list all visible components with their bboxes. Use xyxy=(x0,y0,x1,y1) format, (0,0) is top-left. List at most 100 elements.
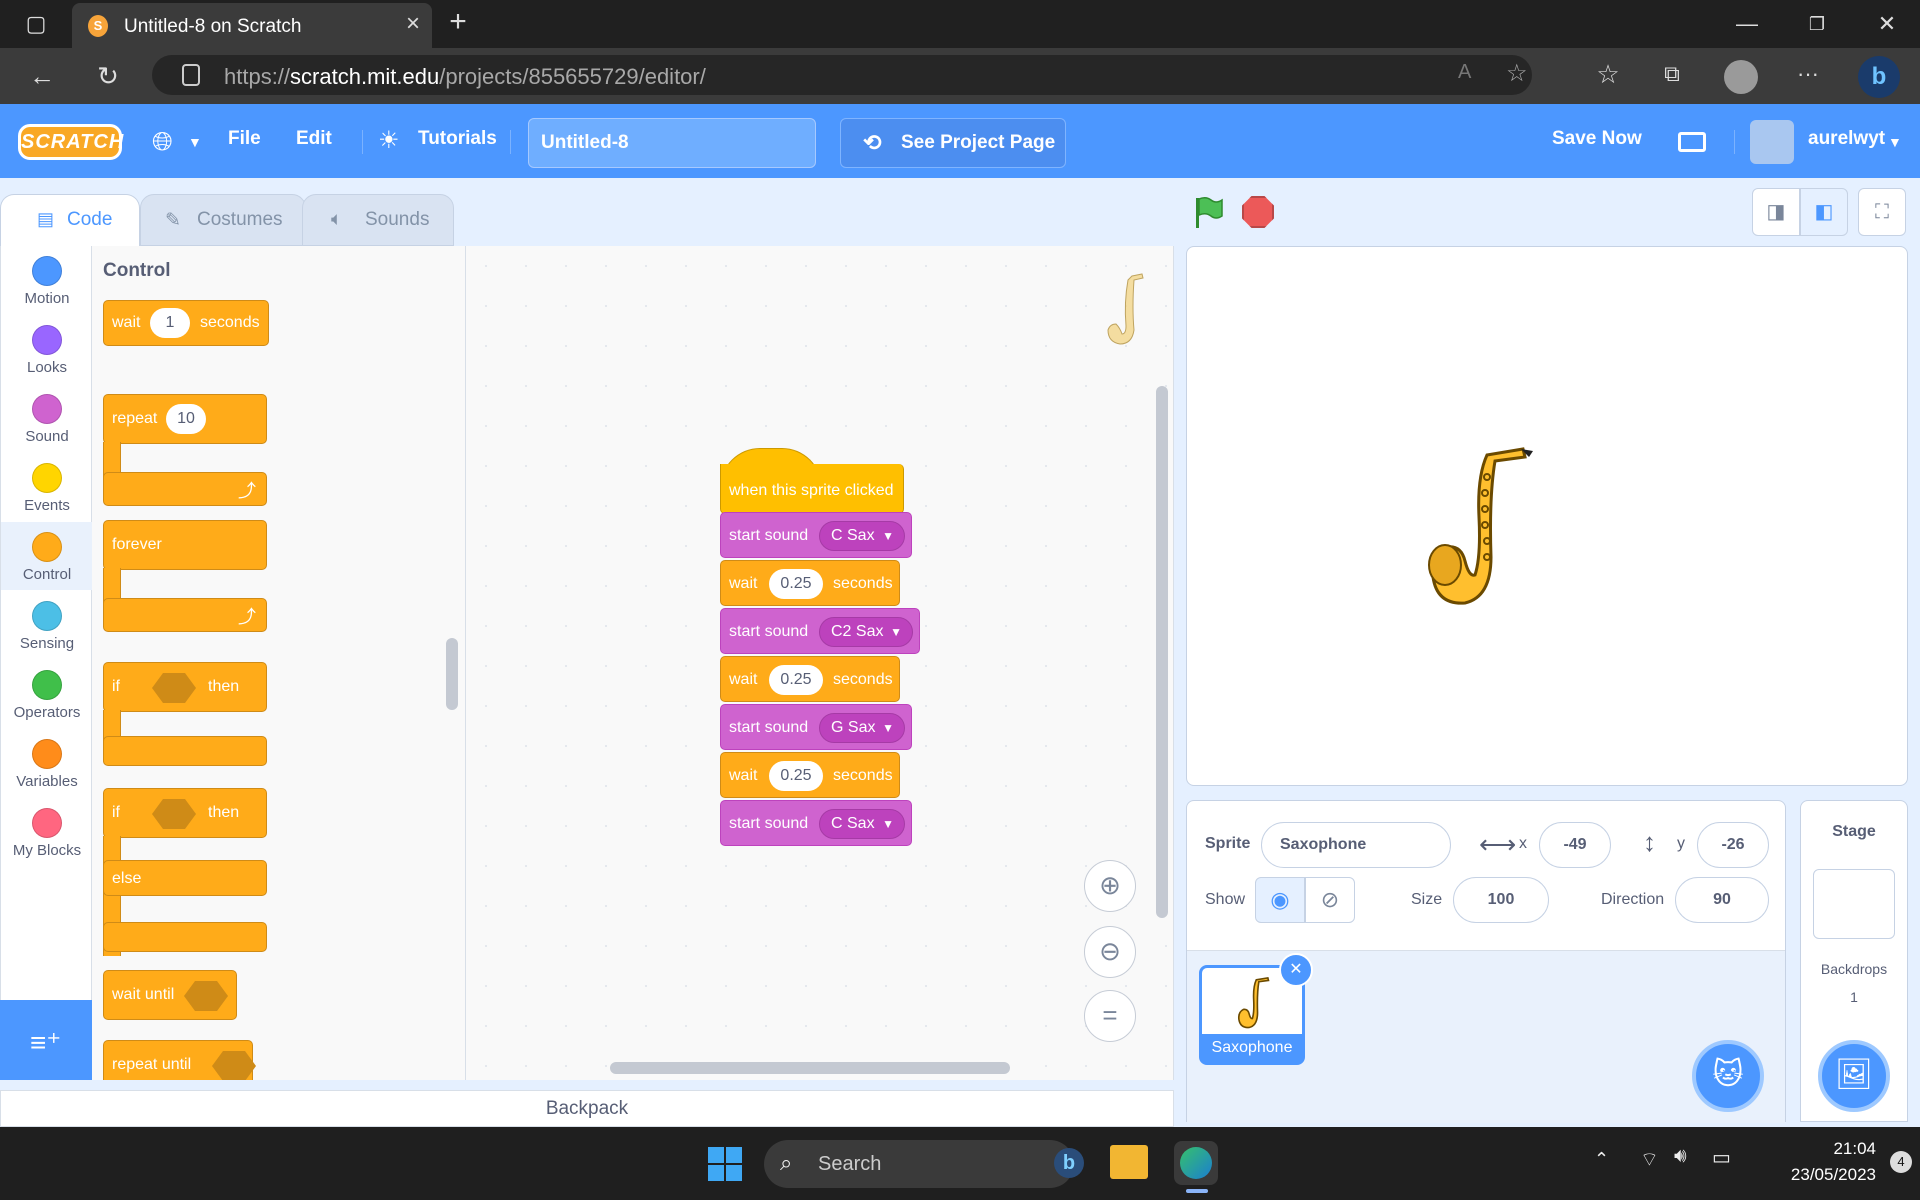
wait-block[interactable]: wait 0.25 seconds xyxy=(720,560,900,606)
read-aloud-icon[interactable]: A xyxy=(1458,61,1471,84)
tutorials-bulb-icon[interactable]: ☀ xyxy=(378,126,400,155)
category-sensing[interactable]: Sensing xyxy=(1,591,93,659)
edit-menu[interactable]: Edit xyxy=(296,128,332,150)
account-chevron-down-icon[interactable]: ▼ xyxy=(1888,134,1902,150)
wait-seconds-input[interactable]: 0.25 xyxy=(769,761,823,791)
username[interactable]: aurelwyt xyxy=(1808,128,1885,150)
lock-icon[interactable] xyxy=(182,64,200,86)
show-visible-eye-icon[interactable]: ◉ xyxy=(1255,877,1305,923)
language-chevron-down-icon[interactable]: ▼ xyxy=(188,134,202,150)
tab-actions-icon[interactable]: ▢ xyxy=(22,10,50,38)
wait-block[interactable]: wait 0.25 seconds xyxy=(720,752,900,798)
wait-block[interactable]: wait 0.25 seconds xyxy=(720,656,900,702)
add-favorite-icon[interactable]: ☆ xyxy=(1506,59,1528,88)
minimize-icon[interactable]: — xyxy=(1732,10,1762,38)
tab-costumes[interactable]: ✎ Costumes xyxy=(140,194,306,246)
tab-sounds[interactable]: 🔈︎ Sounds xyxy=(302,194,454,246)
zoom-out-icon[interactable]: ⊖ xyxy=(1084,926,1136,978)
workspace-vertical-scrollbar[interactable] xyxy=(1156,386,1168,918)
collections-icon[interactable]: ⧉ xyxy=(1656,60,1688,88)
backdrop-thumbnail[interactable] xyxy=(1813,869,1895,939)
file-explorer-icon[interactable] xyxy=(1110,1145,1148,1179)
fullscreen-icon[interactable]: ⛶ xyxy=(1858,188,1906,236)
volume-icon[interactable]: 🔊︎ xyxy=(1674,1145,1687,1168)
large-stage-icon[interactable]: ◧ xyxy=(1800,188,1848,236)
script-workspace[interactable]: when this sprite clicked start sound C S… xyxy=(466,246,1174,1080)
category-looks[interactable]: Looks xyxy=(1,315,93,383)
scratch-logo[interactable]: SCRATCH xyxy=(18,124,123,160)
repeat-count-input[interactable]: 10 xyxy=(166,404,206,434)
refresh-icon[interactable]: ↻ xyxy=(92,62,124,90)
category-my-blocks[interactable]: My Blocks xyxy=(1,798,93,866)
category-events[interactable]: Events xyxy=(1,453,93,521)
tutorials-menu[interactable]: Tutorials xyxy=(418,128,497,150)
wait-seconds-input[interactable]: 1 xyxy=(150,308,190,338)
close-window-icon[interactable]: ✕ xyxy=(1872,10,1902,38)
file-menu[interactable]: File xyxy=(228,128,261,150)
category-control[interactable]: Control xyxy=(1,522,93,590)
wifi-icon[interactable]: ⌔ xyxy=(1640,1147,1659,1172)
backpack-bar[interactable]: Backpack xyxy=(0,1090,1174,1127)
notification-badge[interactable]: 4 xyxy=(1890,1151,1912,1173)
sound-dropdown[interactable]: G Sax ▼ xyxy=(819,713,905,743)
profile-avatar-icon[interactable] xyxy=(1724,60,1758,94)
delete-sprite-icon[interactable]: ✕ xyxy=(1279,953,1313,987)
category-operators[interactable]: Operators xyxy=(1,660,93,728)
repeat-block[interactable]: repeat 10 xyxy=(103,394,267,444)
condition-slot[interactable] xyxy=(212,1051,256,1080)
wait-until-block[interactable]: wait until xyxy=(103,970,237,1020)
battery-icon[interactable]: ▭ xyxy=(1712,1145,1731,1170)
saxophone-sprite[interactable] xyxy=(1425,437,1535,617)
sprite-name-input[interactable]: Saxophone xyxy=(1261,822,1451,868)
start-sound-block[interactable]: start sound C Sax ▼ xyxy=(720,512,912,558)
language-globe-icon[interactable]: 🌐︎ xyxy=(152,128,173,154)
sound-dropdown[interactable]: C Sax ▼ xyxy=(819,521,905,551)
zoom-reset-icon[interactable]: = xyxy=(1084,990,1136,1042)
more-icon[interactable]: ··· xyxy=(1792,60,1824,88)
project-title-input[interactable]: Untitled-8 xyxy=(528,118,816,168)
repeat-until-block[interactable]: repeat until xyxy=(103,1040,256,1080)
tab-code[interactable]: ▤ Code xyxy=(0,194,140,246)
category-variables[interactable]: Variables xyxy=(1,729,93,797)
x-position-input[interactable]: -49 xyxy=(1539,822,1611,868)
stage-canvas[interactable] xyxy=(1186,246,1908,786)
taskbar-date[interactable]: 23/05/2023 xyxy=(1756,1165,1876,1185)
small-stage-icon[interactable]: ◨ xyxy=(1752,188,1800,236)
taskbar-time[interactable]: 21:04 xyxy=(1756,1139,1876,1159)
workspace-horizontal-scrollbar[interactable] xyxy=(610,1062,1010,1074)
direction-input[interactable]: 90 xyxy=(1675,877,1769,923)
url-field[interactable]: https://scratch.mit.edu/projects/8556557… xyxy=(152,55,1532,95)
size-input[interactable]: 100 xyxy=(1453,877,1549,923)
bing-chat-icon[interactable]: b xyxy=(1858,56,1900,98)
stop-sign-icon[interactable] xyxy=(1242,196,1274,228)
save-now-button[interactable]: Save Now xyxy=(1552,128,1642,150)
condition-slot[interactable] xyxy=(152,799,196,829)
if-then-block[interactable]: if then xyxy=(103,662,267,712)
sound-dropdown[interactable]: C Sax ▼ xyxy=(819,809,905,839)
category-motion[interactable]: Motion xyxy=(1,246,93,314)
wait-seconds-input[interactable]: 0.25 xyxy=(769,569,823,599)
favorites-icon[interactable]: ☆ xyxy=(1592,60,1624,88)
browser-tab[interactable]: S Untitled-8 on Scratch × xyxy=(72,3,432,48)
condition-slot[interactable] xyxy=(152,673,196,703)
start-sound-block[interactable]: start sound C Sax ▼ xyxy=(720,800,912,846)
wait-block[interactable]: wait 1 seconds xyxy=(103,300,269,346)
when-sprite-clicked-block[interactable]: when this sprite clicked xyxy=(720,464,904,514)
if-else-block[interactable]: if then xyxy=(103,788,267,838)
add-backdrop-icon[interactable]: 🖼︎ xyxy=(1818,1040,1890,1112)
tab-close-icon[interactable]: × xyxy=(406,12,420,36)
palette-scrollbar[interactable] xyxy=(446,638,458,710)
wait-seconds-input[interactable]: 0.25 xyxy=(769,665,823,695)
back-icon[interactable]: ← xyxy=(26,62,58,90)
add-sprite-icon[interactable]: 🐱︎ xyxy=(1692,1040,1764,1112)
show-hidden-eye-icon[interactable]: ⊘ xyxy=(1305,877,1355,923)
my-stuff-folder-icon[interactable] xyxy=(1678,132,1706,152)
edge-browser-icon[interactable] xyxy=(1174,1141,1218,1185)
forever-block[interactable]: forever xyxy=(103,520,267,570)
show-hidden-icons-chevron-icon[interactable]: ⌃ xyxy=(1594,1149,1609,1170)
category-sound[interactable]: Sound xyxy=(1,384,93,452)
start-sound-block[interactable]: start sound G Sax ▼ xyxy=(720,704,912,750)
new-tab-icon[interactable]: + xyxy=(444,7,472,37)
start-sound-block[interactable]: start sound C2 Sax ▼ xyxy=(720,608,920,654)
sound-dropdown[interactable]: C2 Sax ▼ xyxy=(819,617,913,647)
